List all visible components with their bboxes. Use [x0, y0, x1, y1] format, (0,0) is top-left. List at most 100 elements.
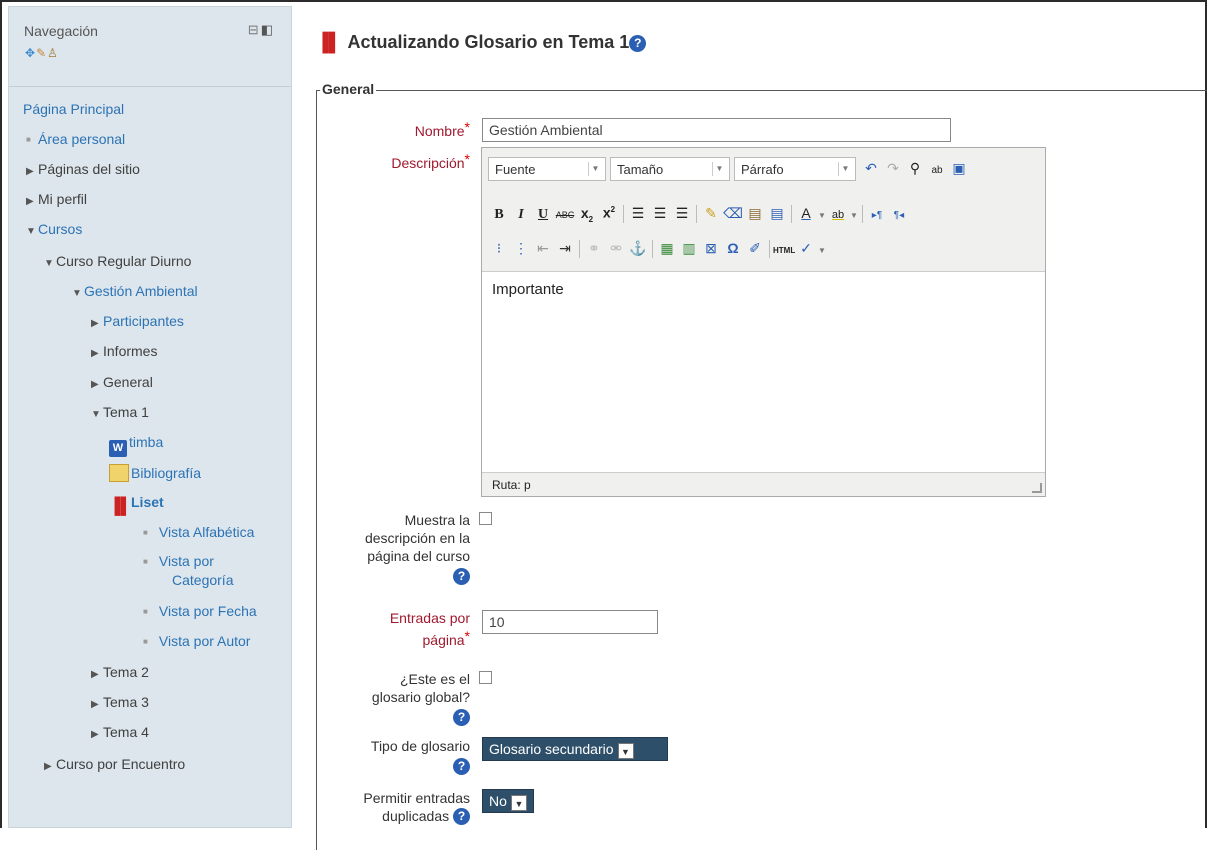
- nav-item-home[interactable]: Página Principal: [23, 101, 124, 117]
- dropdown-icon: ▼: [510, 795, 527, 811]
- paste-word-icon[interactable]: ▤: [766, 202, 788, 224]
- find-icon[interactable]: ⚲: [904, 157, 926, 179]
- eraser-icon[interactable]: ⌫: [722, 202, 744, 224]
- nav-item-courses[interactable]: ▼ Cursos: [26, 221, 82, 237]
- nav-item-vista-categoria-line2[interactable]: Categoría: [172, 572, 233, 588]
- nav-item-tema-1[interactable]: ▼ Tema 1: [91, 404, 149, 420]
- dock-icon[interactable]: ◧: [261, 22, 275, 37]
- font-size-select[interactable]: Tamaño ▼: [610, 157, 730, 181]
- dropdown-icon[interactable]: ▼: [817, 205, 827, 227]
- nav-item-tema-3[interactable]: ▶ Tema 3: [91, 694, 149, 710]
- bullet-list-icon[interactable]: ⁝: [488, 237, 510, 259]
- muestra-descripcion-checkbox[interactable]: [479, 512, 492, 525]
- editor-toolbar: Fuente ▼ Tamaño ▼ Párrafo ▼ ↶ ↷ ⚲ ab ▣ B I U ABC x2…: [482, 148, 1045, 272]
- editor-statusbar: Ruta: p: [482, 472, 1045, 496]
- nav-item-gestion-ambiental[interactable]: ▼ Gestión Ambiental: [72, 283, 198, 299]
- cleanup-icon[interactable]: ✎: [700, 202, 722, 224]
- subscript-icon[interactable]: x2: [576, 202, 598, 231]
- dropdown-icon: ▼: [617, 743, 634, 759]
- replace-icon[interactable]: ab: [926, 160, 948, 182]
- nombre-input[interactable]: [482, 118, 951, 142]
- dropdown-icon[interactable]: ▼: [849, 205, 859, 227]
- text-color-icon[interactable]: A: [795, 202, 817, 224]
- help-icon[interactable]: ?: [453, 808, 470, 825]
- nav-item-dashboard[interactable]: ■ Área personal: [26, 131, 125, 147]
- nav-item-curso-encuentro[interactable]: ▶ Curso por Encuentro: [44, 756, 185, 772]
- roles-icon[interactable]: ♙: [47, 46, 58, 60]
- nav-item-vista-fecha[interactable]: ■ Vista por Fecha: [143, 603, 257, 619]
- nav-item-general[interactable]: ▶ General: [91, 374, 153, 390]
- bullet-icon: ■: [143, 557, 148, 566]
- entradas-por-pagina-input[interactable]: [482, 610, 658, 634]
- resize-grip-icon[interactable]: [1032, 483, 1042, 493]
- glosario-global-label: ¿Este es el glosario global? ?: [371, 671, 470, 726]
- expand-arrow-icon: ▶: [44, 761, 52, 772]
- paste-text-icon[interactable]: ▤: [744, 202, 766, 224]
- nav-item-profile[interactable]: ▶ Mi perfil: [26, 191, 87, 207]
- ltr-icon[interactable]: ▸¶: [866, 205, 888, 227]
- nav-item-course-regular[interactable]: ▼ Curso Regular Diurno: [44, 253, 191, 269]
- highlight-icon[interactable]: ab: [827, 204, 849, 226]
- edit-icon[interactable]: ✎: [36, 46, 46, 60]
- collapse-icon[interactable]: ⊟: [248, 22, 261, 37]
- undo-icon[interactable]: ↶: [860, 157, 882, 179]
- fullscreen-icon[interactable]: ▣: [948, 157, 970, 179]
- nav-item-vista-categoria[interactable]: ■ Vista por: [143, 553, 214, 569]
- editor-content[interactable]: Importante: [492, 281, 564, 298]
- nav-item-liset[interactable]: ▐▌Liset: [109, 494, 164, 516]
- numbered-list-icon[interactable]: ⋮: [510, 237, 532, 259]
- expand-arrow-icon: ▶: [91, 318, 99, 329]
- nav-item-reports[interactable]: ▶ Informes: [91, 343, 157, 359]
- nav-item-participants[interactable]: ▶ Participantes: [91, 313, 184, 329]
- nav-item-bibliografia[interactable]: Bibliografía: [109, 464, 201, 482]
- nav-item-tema-2[interactable]: ▶ Tema 2: [91, 664, 149, 680]
- align-right-icon[interactable]: ☰: [671, 202, 693, 224]
- wiki-icon: W: [109, 440, 127, 457]
- block-controls: ⊟◧: [248, 22, 275, 38]
- dropdown-icon[interactable]: ▼: [817, 240, 827, 262]
- redo-icon[interactable]: ↷: [882, 157, 904, 179]
- unlink-icon[interactable]: ⚮: [605, 237, 627, 259]
- expand-arrow-icon: ▶: [91, 348, 99, 359]
- link-icon[interactable]: ⚭: [583, 237, 605, 259]
- nav-item-vista-alfabetica[interactable]: ■ Vista Alfabética: [143, 524, 254, 540]
- indent-icon[interactable]: ⇥: [554, 237, 576, 259]
- media-icon[interactable]: ▥: [678, 237, 700, 259]
- nolink-icon[interactable]: ⊠: [700, 237, 722, 259]
- outdent-icon[interactable]: ⇤: [532, 237, 554, 259]
- underline-icon[interactable]: U: [532, 204, 554, 226]
- table-icon[interactable]: ✐: [744, 237, 766, 259]
- special-char-icon[interactable]: Ω: [722, 237, 744, 259]
- anchor-icon[interactable]: ⚓: [627, 237, 649, 259]
- tipo-glosario-label: Tipo de glosario ?: [370, 738, 470, 775]
- help-icon[interactable]: ?: [453, 709, 470, 726]
- expand-arrow-icon: ▶: [26, 166, 34, 177]
- spellcheck-icon[interactable]: ✓: [795, 237, 817, 259]
- nav-item-timba[interactable]: Wtimba: [109, 434, 163, 457]
- html-icon[interactable]: HTML: [773, 240, 795, 262]
- expand-arrow-icon: ▶: [91, 669, 99, 680]
- nav-item-vista-autor[interactable]: ■ Vista por Autor: [143, 633, 250, 649]
- nav-item-tema-4[interactable]: ▶ Tema 4: [91, 724, 149, 740]
- move-icon[interactable]: ✥: [25, 46, 35, 60]
- bold-icon[interactable]: B: [488, 204, 510, 226]
- dropdown-icon: ▼: [838, 162, 852, 176]
- glosario-global-checkbox[interactable]: [479, 671, 492, 684]
- paragraph-format-select[interactable]: Párrafo ▼: [734, 157, 856, 181]
- rtl-icon[interactable]: ¶◂: [888, 205, 910, 227]
- help-icon[interactable]: ?: [453, 568, 470, 585]
- nav-item-site-pages[interactable]: ▶ Páginas del sitio: [26, 161, 140, 177]
- tipo-glosario-select[interactable]: Glosario secundario ▼: [482, 737, 668, 761]
- help-icon[interactable]: ?: [453, 758, 470, 775]
- align-center-icon[interactable]: ☰: [649, 202, 671, 224]
- align-left-icon[interactable]: ☰: [627, 202, 649, 224]
- font-family-select[interactable]: Fuente ▼: [488, 157, 606, 181]
- help-icon[interactable]: ?: [629, 35, 647, 52]
- image-icon[interactable]: ▦: [656, 237, 678, 259]
- italic-icon[interactable]: I: [510, 204, 532, 226]
- collapse-arrow-icon: ▼: [26, 226, 36, 237]
- nombre-label: Nombre*: [414, 119, 470, 139]
- strikethrough-icon[interactable]: ABC: [554, 204, 576, 226]
- superscript-icon[interactable]: x2: [598, 199, 620, 224]
- permitir-duplicadas-select[interactable]: No ▼: [482, 789, 534, 813]
